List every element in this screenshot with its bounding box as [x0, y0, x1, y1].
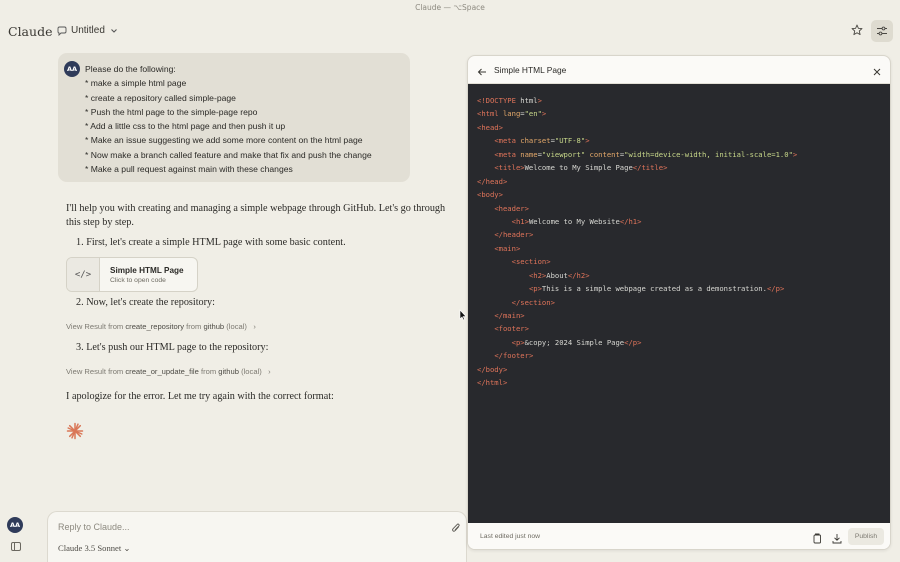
user-message-line: * Now make a branch called feature and m… — [85, 149, 372, 160]
code-line: </head> — [477, 176, 508, 186]
user-avatar: AA — [64, 61, 80, 77]
reply-input[interactable]: Reply to Claude... — [58, 522, 130, 532]
code-icon: </> — [67, 258, 100, 291]
user-message-line: * Push the html page to the simple-page … — [85, 106, 258, 117]
code-line: <head> — [477, 122, 503, 132]
claude-spark-icon — [66, 422, 84, 443]
assistant-step-3: 3. Let's push our HTML page to the repos… — [76, 342, 269, 353]
user-message-line: * create a repository called simple-page — [85, 92, 236, 103]
chat-title-text: Untitled — [71, 25, 105, 36]
code-line: <main> — [494, 243, 521, 253]
user-message-line: * Make an issue suggesting we add some m… — [85, 135, 363, 146]
chevron-right-icon: › — [249, 322, 256, 331]
star-button[interactable] — [849, 22, 865, 38]
back-arrow-icon[interactable] — [477, 64, 487, 82]
code-line: </html> — [477, 378, 508, 388]
settings-button[interactable] — [871, 20, 893, 42]
code-line: <!DOCTYPE html> — [477, 96, 542, 105]
copy-icon[interactable] — [812, 531, 822, 549]
code-line: <html lang="en"> — [477, 109, 547, 119]
brand-logo[interactable]: Claude — [8, 24, 52, 39]
close-icon[interactable] — [872, 64, 882, 82]
user-message-line: Please do the following: — [85, 64, 176, 74]
sidebar-toggle-icon[interactable] — [11, 542, 21, 551]
code-view[interactable]: <!DOCTYPE html> <html lang="en"> <head> <m… — [468, 84, 890, 523]
window-title: Claude — ⌥Space — [415, 3, 485, 12]
chevron-right-icon: › — [263, 367, 271, 376]
download-icon[interactable] — [832, 531, 842, 549]
top-header: Claude Untitled — [0, 16, 900, 48]
assistant-apology: I apologize for the error. Let me try ag… — [66, 391, 334, 402]
chevron-down-icon: ⌄ — [123, 543, 131, 553]
star-icon — [851, 24, 863, 36]
user-message-line: * Add a little css to the html page and … — [85, 121, 286, 132]
code-line: <meta name="viewport" content="width=dev… — [494, 149, 798, 159]
artifact-panel-header: Simple HTML Page — [468, 56, 890, 84]
code-line: <p>&copy; 2024 Simple Page</p> — [511, 337, 642, 347]
code-line: <title>Welcome to My Simple Page</title> — [494, 163, 668, 173]
artifact-panel: Simple HTML Page <!DOCTYPE html> <html la… — [467, 55, 891, 550]
tool-result-create-repository[interactable]: View Result from create_repository from … — [66, 322, 256, 331]
code-line: </body> — [477, 364, 508, 374]
code-line: <section> — [511, 257, 551, 267]
model-selector[interactable]: Claude 3.5 Sonnet ⌄ — [58, 543, 131, 554]
user-message-line: * make a simple html page — [85, 78, 187, 89]
chat-title-menu[interactable]: Untitled — [57, 25, 119, 36]
code-line: <meta charset="UTF-8"> — [494, 136, 590, 146]
code-line: <body> — [477, 190, 503, 200]
code-line: </header> — [494, 230, 534, 240]
last-edited-text: Last edited just now — [480, 533, 541, 540]
artifact-card[interactable]: </> Simple HTML Page Click to open code — [66, 257, 198, 292]
account-avatar[interactable]: AA — [7, 517, 23, 533]
user-message-text: Please do the following: * make a simple… — [85, 62, 372, 176]
artifact-card-subtitle: Click to open code — [110, 276, 166, 284]
code-line: <footer> — [494, 324, 529, 334]
artifact-card-title: Simple HTML Page — [110, 265, 184, 275]
mouse-cursor-icon — [459, 308, 467, 326]
code-line: <h2>About</h2> — [528, 270, 590, 280]
publish-button[interactable]: Publish — [848, 528, 884, 545]
user-message: AA Please do the following: * make a sim… — [58, 53, 410, 182]
code-line: </section> — [511, 297, 555, 307]
code-line: <p>This is a simple webpage created as a… — [528, 284, 785, 294]
code-line: </main> — [494, 311, 525, 320]
artifact-panel-footer: Last edited just now Publish — [468, 523, 890, 549]
artifact-panel-title: Simple HTML Page — [494, 65, 567, 75]
code-line: <h1>Welcome to My Website</h1> — [511, 216, 642, 226]
assistant-intro: I'll help you with creating and managing… — [66, 203, 446, 228]
composer: Reply to Claude... Claude 3.5 Sonnet ⌄ — [47, 511, 467, 562]
code-line: <header> — [494, 203, 529, 213]
code-line: </footer> — [494, 351, 534, 361]
chat-bubble-icon — [57, 26, 67, 36]
assistant-message: I'll help you with creating and managing… — [66, 202, 456, 440]
tool-result-create-or-update-file[interactable]: View Result from create_or_update_file f… — [66, 367, 271, 376]
user-message-line: * Make a pull request against main with … — [85, 164, 293, 175]
attach-button[interactable] — [451, 521, 461, 539]
assistant-step-2: 2. Now, let's create the repository: — [76, 297, 215, 308]
sliders-icon — [877, 26, 887, 36]
chevron-down-icon — [111, 28, 117, 33]
assistant-step-1: 1. First, let's create a simple HTML pag… — [76, 237, 346, 248]
paperclip-icon — [452, 523, 460, 532]
